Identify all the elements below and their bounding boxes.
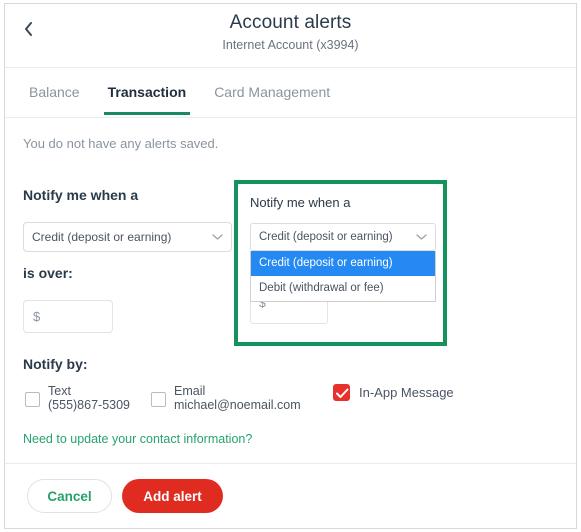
amount-input[interactable]: $ — [23, 300, 113, 333]
chevron-left-icon — [24, 22, 33, 36]
account-alerts-card: Account alerts Internet Account (x3994) … — [4, 3, 577, 529]
dropdown-option-credit[interactable]: Credit (deposit or earning) — [251, 251, 435, 276]
trigger-type-value: Credit (deposit or earning) — [32, 230, 172, 244]
channel-email-title: Email — [174, 384, 206, 398]
tab-balance[interactable]: Balance — [15, 68, 94, 115]
channel-in-app[interactable]: In-App Message — [333, 384, 454, 401]
empty-state-text: You do not have any alerts saved. — [23, 136, 219, 151]
notify-when-label: Notify me when a — [23, 187, 139, 203]
checkbox-email[interactable] — [151, 392, 166, 407]
dropdown-option-debit[interactable]: Debit (withdrawal or fee) — [251, 276, 435, 301]
channel-email-labels: Email michael@noemail.com — [174, 384, 301, 412]
dropdown-option-list: Credit (deposit or earning) Debit (withd… — [250, 251, 436, 302]
app-screen: Account alerts Internet Account (x3994) … — [0, 0, 581, 532]
add-alert-button[interactable]: Add alert — [122, 479, 223, 513]
channel-text-value: (555)867-5309 — [48, 398, 131, 412]
form-footer: Cancel Add alert — [5, 463, 576, 529]
cancel-button[interactable]: Cancel — [27, 479, 112, 513]
alert-form: You do not have any alerts saved. — [5, 118, 576, 151]
checkbox-text[interactable] — [25, 392, 40, 407]
is-over-label: is over: — [23, 265, 73, 281]
tab-bar: Balance Transaction Card Management — [5, 68, 576, 118]
channel-email[interactable]: Email michael@noemail.com — [151, 384, 301, 412]
amount-input-value: $ — [33, 309, 41, 324]
callout-trigger-select[interactable]: Credit (deposit or earning) — [250, 223, 436, 251]
page-header: Account alerts Internet Account (x3994) — [5, 4, 576, 68]
page-subtitle: Internet Account (x3994) — [222, 38, 359, 52]
channel-email-value: michael@noemail.com — [174, 398, 301, 412]
channel-in-app-label: In-App Message — [359, 385, 454, 400]
dropdown-callout: Notify me when a Credit (deposit or earn… — [234, 180, 447, 346]
tab-transaction[interactable]: Transaction — [94, 68, 201, 115]
notify-by-label: Notify by: — [23, 356, 88, 372]
tab-card-management[interactable]: Card Management — [200, 68, 344, 115]
channel-text-labels: Text (555)867-5309 — [48, 384, 130, 412]
page-title: Account alerts — [229, 12, 352, 33]
callout-trigger-value: Credit (deposit or earning) — [259, 231, 393, 243]
chevron-down-icon — [212, 234, 223, 241]
chevron-down-icon — [416, 234, 427, 241]
update-contact-link[interactable]: Need to update your contact information? — [23, 432, 252, 446]
channel-text[interactable]: Text (555)867-5309 — [25, 384, 130, 412]
back-button[interactable] — [15, 16, 41, 42]
checkbox-in-app[interactable] — [333, 384, 350, 401]
channel-text-title: Text — [48, 384, 71, 398]
trigger-type-select[interactable]: Credit (deposit or earning) — [23, 222, 232, 252]
callout-notify-when-label: Notify me when a — [250, 195, 351, 210]
